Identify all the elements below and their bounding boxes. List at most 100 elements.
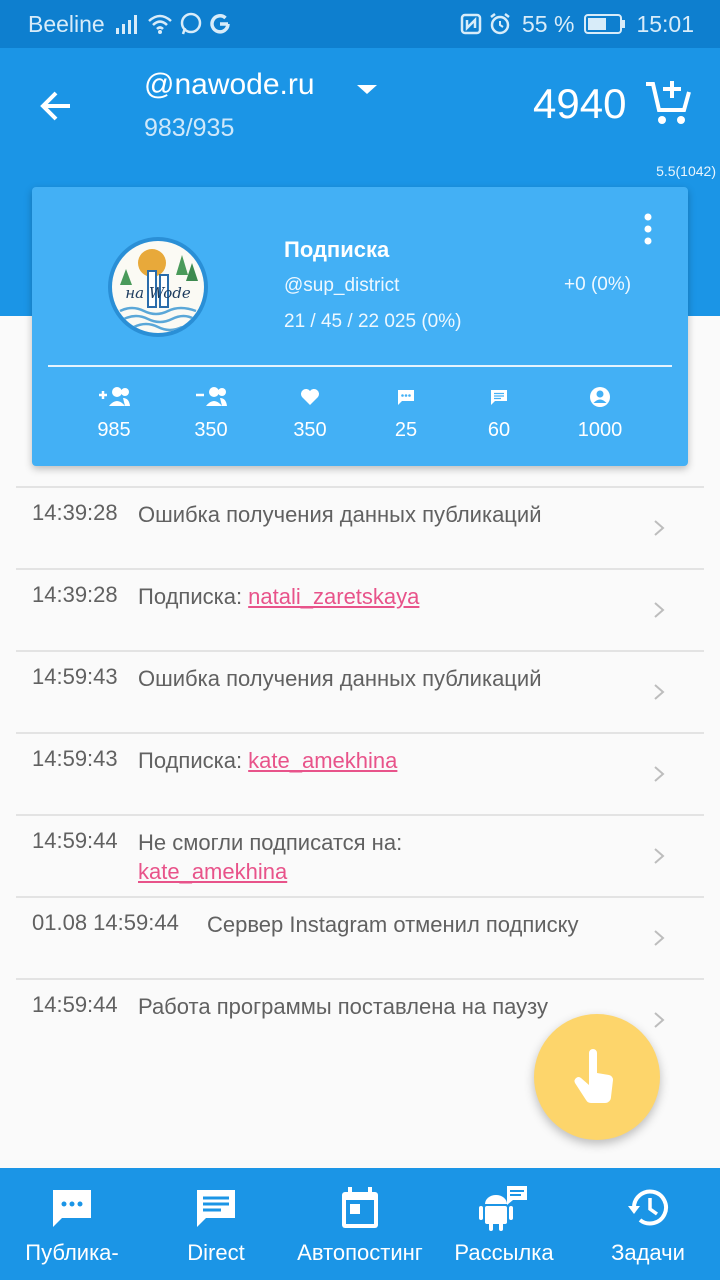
publications-icon <box>53 1190 91 1227</box>
chevron-right-icon <box>654 930 665 946</box>
nav-publications[interactable]: Публика- <box>0 1168 144 1280</box>
nav-tasks[interactable]: Задачи <box>576 1168 720 1280</box>
chevron-right-icon <box>654 766 665 782</box>
svg-text:на Wode: на Wode <box>125 284 191 302</box>
add-to-cart-icon[interactable] <box>644 78 694 128</box>
direct-icon <box>197 1190 235 1227</box>
nav-label: Direct <box>187 1240 245 1265</box>
username-link[interactable]: natali_zaretskaya <box>248 584 419 609</box>
card-divider <box>48 365 672 367</box>
log-time: 14:39:28 <box>32 582 118 607</box>
profile-icon <box>590 387 610 407</box>
stat-follow: 985 <box>74 383 154 442</box>
log-text: Ошибка получения данных публикаций <box>138 664 542 732</box>
like-icon <box>301 389 319 405</box>
nav-autoposting[interactable]: Автопостинг <box>288 1168 432 1280</box>
nav-mailing[interactable]: Рассылка <box>432 1168 576 1280</box>
log-message: Подписка: <box>138 584 249 609</box>
task-progress: 21 / 45 / 22 025 (0%) <box>284 311 462 332</box>
calendar-icon <box>342 1187 378 1228</box>
avatar: на Wode <box>108 237 208 337</box>
stat-value: 350 <box>293 419 327 441</box>
log-row[interactable]: 01.08 14:59:44 Сервер Instagram отменил … <box>16 896 704 978</box>
log-time: 14:59:44 <box>32 992 118 1017</box>
chevron-right-icon <box>654 684 665 700</box>
stat-value: 350 <box>194 419 228 441</box>
log-message: Ошибка получения данных публикаций <box>138 502 542 527</box>
nav-direct[interactable]: Direct <box>144 1168 288 1280</box>
log-text: Ошибка получения данных публикаций <box>138 500 542 568</box>
alarm-icon <box>490 13 510 35</box>
app-version: 5.5(1042) <box>656 163 716 179</box>
task-title: Подписка <box>284 237 390 262</box>
stat-like: 350 <box>270 383 350 442</box>
log-text: Сервер Instagram отменил подписку <box>207 910 578 978</box>
battery-icon <box>584 14 626 34</box>
log-text: Подписка: kate_amekhina <box>138 746 397 814</box>
nav-label: Публика- <box>25 1240 119 1265</box>
back-arrow-icon[interactable] <box>30 80 82 132</box>
follow-counts: 983/935 <box>144 114 235 142</box>
log-row[interactable]: 14:59:43 Подписка: kate_amekhina <box>16 732 704 814</box>
nfc-icon <box>460 13 482 35</box>
log-row[interactable]: 14:59:44 Не смогли подписатся на: kate_a… <box>16 814 704 896</box>
status-bar: Beeline 55 % 15:01 <box>0 0 720 48</box>
activity-log: 14:39:28 Ошибка получения данных публика… <box>16 486 704 1058</box>
touch-hand-icon <box>574 1049 614 1103</box>
google-icon <box>210 14 230 34</box>
history-icon <box>628 1189 668 1226</box>
nav-label: Автопостинг <box>297 1240 423 1265</box>
logo-image: на Wode <box>112 241 204 333</box>
whatsapp-icon <box>180 12 201 35</box>
log-row[interactable]: 14:39:28 Подписка: natali_zaretskaya <box>16 568 704 650</box>
comment-icon <box>398 390 414 405</box>
wifi-icon <box>147 14 172 34</box>
balance: 4940 <box>533 80 627 127</box>
log-time: 14:39:28 <box>32 500 118 525</box>
unfollow-icon <box>196 387 227 406</box>
account-selector[interactable]: @nawode.ru <box>144 68 315 102</box>
log-message: Подписка: <box>138 748 249 773</box>
username-link[interactable]: kate_amekhina <box>138 859 287 884</box>
stat-unfollow: 350 <box>171 383 251 442</box>
start-task-fab[interactable] <box>534 1014 660 1140</box>
bottom-navigation: Публика- Direct Автопостинг Рассылка Зад… <box>0 1168 720 1280</box>
chevron-right-icon <box>654 1012 665 1028</box>
log-message: Не смогли подписатся на: <box>138 830 403 855</box>
stat-value: 985 <box>97 419 131 441</box>
stat-profile: 1000 <box>560 383 640 442</box>
log-message: Работа программы поставлена на паузу <box>138 994 548 1019</box>
username-link[interactable]: kate_amekhina <box>248 748 397 773</box>
log-row[interactable]: 14:39:28 Ошибка получения данных публика… <box>16 486 704 568</box>
stat-message: 60 <box>459 383 539 442</box>
chevron-right-icon <box>654 848 665 864</box>
log-time: 14:59:43 <box>32 664 118 689</box>
chevron-down-icon[interactable] <box>352 78 382 100</box>
stat-value: 60 <box>487 419 511 441</box>
log-time: 14:59:44 <box>32 828 118 853</box>
follow-icon <box>99 387 130 406</box>
chevron-right-icon <box>654 602 665 618</box>
stat-value: 25 <box>394 419 418 441</box>
log-text: Подписка: natali_zaretskaya <box>138 582 419 650</box>
log-row[interactable]: 14:59:43 Ошибка получения данных публика… <box>16 650 704 732</box>
signal-icon <box>115 15 137 34</box>
stat-comment: 25 <box>366 383 446 442</box>
app-bar: @nawode.ru 983/935 4940 <box>0 48 720 160</box>
log-time: 01.08 14:59:44 <box>32 910 179 935</box>
delta-value: +0 (0%) <box>564 274 632 295</box>
clock: 15:01 <box>636 10 694 37</box>
log-time: 14:59:43 <box>32 746 118 771</box>
stat-value: 1000 <box>577 419 623 441</box>
log-text: Не смогли подписатся на: kate_amekhina <box>138 828 402 896</box>
more-vert-icon[interactable] <box>636 209 660 249</box>
log-text: Работа программы поставлена на паузу <box>138 992 548 1058</box>
android-icon <box>479 1186 527 1231</box>
source-user: @sup_district <box>284 275 400 296</box>
chevron-right-icon <box>654 520 665 536</box>
task-card[interactable]: на Wode Подписка @sup_district 21 / 45 /… <box>32 187 688 466</box>
battery-percent: 55 % <box>522 10 575 37</box>
log-message: Сервер Instagram отменил подписку <box>207 912 579 937</box>
message-icon <box>491 390 507 405</box>
log-message: Ошибка получения данных публикаций <box>138 666 542 691</box>
